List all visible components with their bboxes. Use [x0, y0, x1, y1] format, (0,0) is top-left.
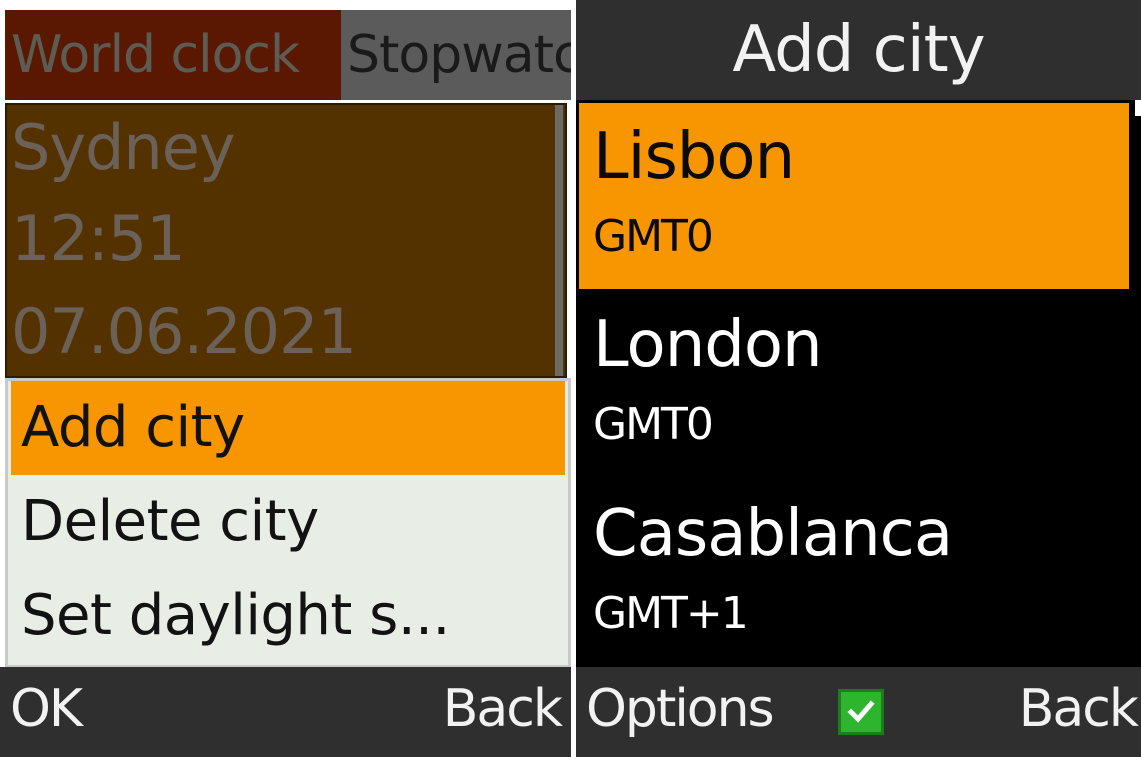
city-item-lisbon[interactable]: Lisbon GMT0	[579, 103, 1129, 289]
ok-softkey[interactable]: OK	[10, 667, 83, 751]
city-timezone: GMT0	[593, 211, 714, 262]
clock-date: 07.06.2021	[11, 295, 357, 368]
world-clock-screen: World clock Stopwatch Sydney 12:51 07.06…	[0, 0, 571, 757]
tab-world-clock[interactable]: World clock	[5, 10, 341, 100]
page-title: Add city	[576, 0, 1141, 100]
city-item-london[interactable]: London GMT0	[579, 291, 1129, 477]
world-clock-panel: Sydney 12:51 07.06.2021	[5, 103, 567, 378]
city-timezone: GMT+1	[593, 588, 749, 639]
add-city-screen: Add city Lisbon GMT0 London GMT0 Casabla…	[576, 0, 1141, 757]
clock-scrollbar[interactable]	[555, 105, 563, 376]
softkey-bar: Options Back	[576, 667, 1141, 757]
clock-time: 12:51	[11, 202, 186, 275]
menu-item-set-daylight-saving[interactable]: Set daylight s...	[11, 569, 565, 663]
clock-city-name: Sydney	[11, 111, 236, 184]
city-name: Lisbon	[593, 120, 795, 194]
back-softkey[interactable]: Back	[1019, 667, 1139, 751]
menu-item-add-city[interactable]: Add city	[11, 381, 565, 475]
city-item-casablanca[interactable]: Casablanca GMT+1	[579, 480, 1129, 666]
city-timezone: GMT0	[593, 399, 714, 450]
city-name: Casablanca	[593, 497, 953, 571]
options-menu: Add city Delete city Set daylight s...	[5, 378, 571, 668]
tab-stopwatch[interactable]: Stopwatch	[341, 10, 571, 100]
check-icon[interactable]	[838, 689, 884, 735]
checkmark-glyph	[847, 700, 875, 723]
tab-bar: World clock Stopwatch	[5, 10, 571, 102]
list-scrollbar[interactable]	[1135, 100, 1141, 116]
back-softkey[interactable]: Back	[443, 667, 563, 751]
options-softkey[interactable]: Options	[586, 667, 775, 751]
softkey-bar: OK Back	[0, 667, 571, 757]
menu-item-delete-city[interactable]: Delete city	[11, 475, 565, 569]
city-name: London	[593, 308, 823, 382]
